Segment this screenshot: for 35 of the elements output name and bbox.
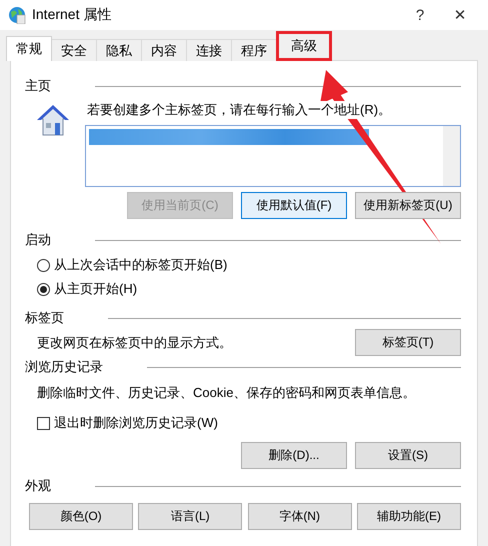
section-heading: 外观 xyxy=(25,477,51,495)
checkbox-label: 退出时删除浏览历史记录(W) xyxy=(54,414,218,432)
radio-label: 从上次会话中的标签页开始(B) xyxy=(54,256,228,274)
description-text: 删除临时文件、历史记录、Cookie、保存的密码和网页表单信息。 xyxy=(36,384,416,402)
radio-button[interactable] xyxy=(37,282,50,296)
window-title: Internet 属性 xyxy=(32,6,112,24)
radio-button[interactable] xyxy=(37,258,50,272)
appearance-button[interactable]: 颜色(O) xyxy=(29,503,133,530)
radio-label: 从主页开始(H) xyxy=(54,280,138,298)
description-text: 更改网页在标签页中的显示方式。 xyxy=(37,334,232,352)
section-heading: 标签页 xyxy=(25,309,64,327)
tab[interactable]: 高级 xyxy=(276,31,332,61)
tab[interactable]: 连接 xyxy=(186,39,232,61)
house-icon xyxy=(35,103,71,137)
globe-icon xyxy=(8,6,26,24)
help-button[interactable]: ? xyxy=(400,6,440,24)
tab[interactable]: 程序 xyxy=(231,39,277,61)
section-heading: 浏览历史记录 xyxy=(25,358,103,376)
appearance-button[interactable]: 语言(L) xyxy=(138,503,242,530)
checkbox[interactable] xyxy=(37,416,50,430)
appearance-button[interactable]: 辅助功能(E) xyxy=(356,503,461,530)
history-button[interactable]: 设置(S) xyxy=(355,442,461,469)
tab[interactable]: 安全 xyxy=(51,39,97,61)
section-heading: 启动 xyxy=(25,231,51,249)
address-field[interactable] xyxy=(85,125,461,187)
appearance-button[interactable]: 字体(N) xyxy=(248,503,352,530)
home-button[interactable]: 使用默认值(F) xyxy=(241,192,347,219)
tabs-button[interactable]: 标签页(T) xyxy=(355,329,461,356)
tab[interactable]: 内容 xyxy=(141,39,187,61)
home-button[interactable]: 使用新标签页(U) xyxy=(355,192,461,219)
history-button[interactable]: 删除(D)... xyxy=(241,442,347,469)
section-heading: 主页 xyxy=(25,77,51,95)
tab[interactable]: 常规 xyxy=(6,36,52,61)
close-button[interactable]: ✕ xyxy=(440,6,480,24)
tab[interactable]: 隐私 xyxy=(96,39,142,61)
